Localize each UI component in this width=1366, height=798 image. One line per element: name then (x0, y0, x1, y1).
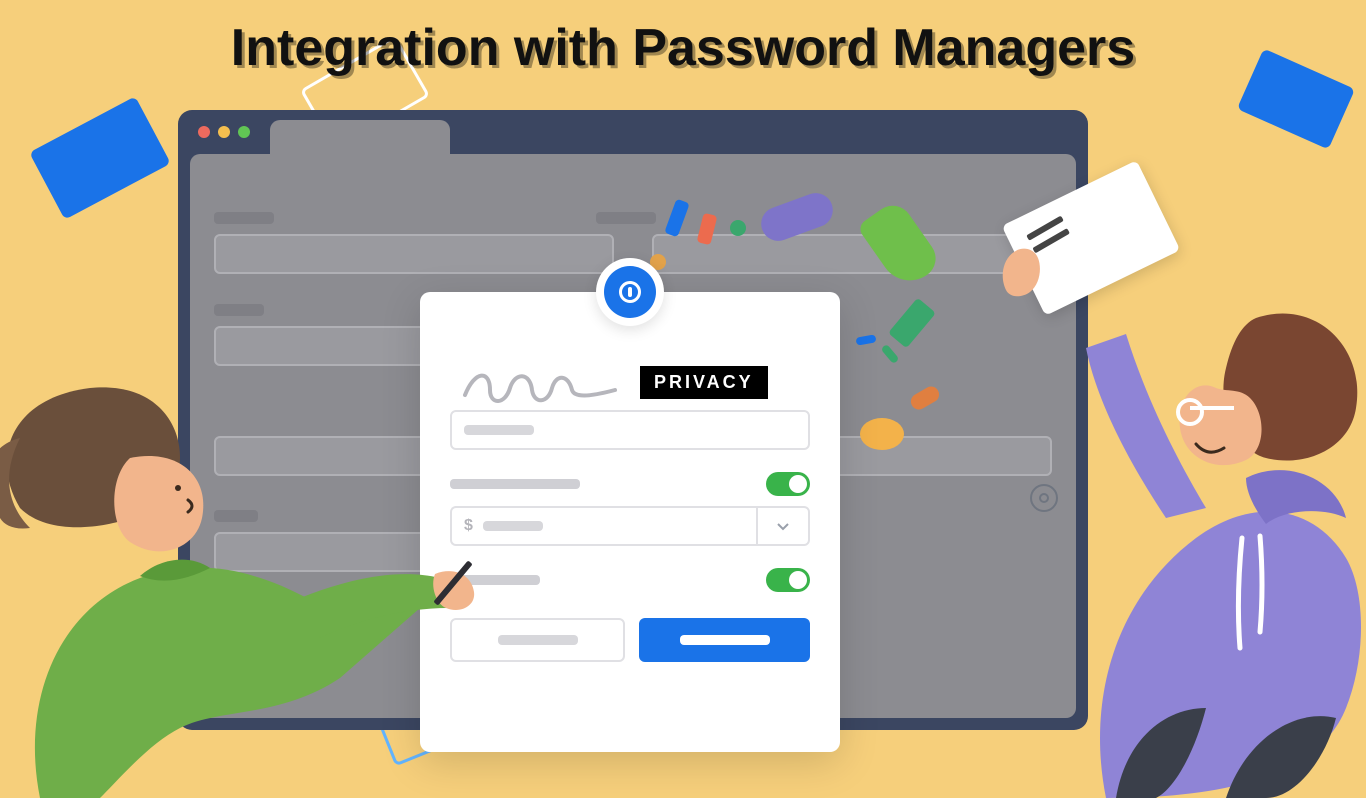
minimize-icon[interactable] (218, 126, 230, 138)
modal-toggle-2[interactable] (766, 568, 810, 592)
privacy-badge: PRIVACY (640, 366, 768, 399)
browser-tab[interactable] (270, 120, 450, 154)
modal-text-input[interactable] (450, 410, 810, 450)
keyhole-icon (604, 266, 656, 318)
close-icon[interactable] (198, 126, 210, 138)
maximize-icon[interactable] (238, 126, 250, 138)
modal-badge (596, 258, 664, 326)
window-controls (198, 126, 250, 138)
signature-icon (460, 360, 620, 410)
chevron-down-icon[interactable] (756, 506, 810, 546)
floating-card-blue-1 (29, 96, 171, 219)
modal-amount-select[interactable]: $ (450, 506, 756, 546)
floating-card-blue-2 (1237, 49, 1355, 150)
bg-input[interactable] (214, 234, 614, 274)
browser-titlebar (178, 110, 1088, 154)
page-title: Integration with Password Managers (231, 18, 1135, 78)
modal-submit-button[interactable] (639, 618, 810, 662)
person-left-illustration (0, 278, 480, 798)
bg-field-label (214, 212, 274, 224)
person-right-illustration (966, 238, 1366, 798)
confetti-piece (860, 418, 904, 450)
bg-field-label (596, 212, 656, 224)
modal-toggle-1[interactable] (766, 472, 810, 496)
confetti-piece (730, 220, 746, 236)
hand-icon (996, 240, 1046, 300)
